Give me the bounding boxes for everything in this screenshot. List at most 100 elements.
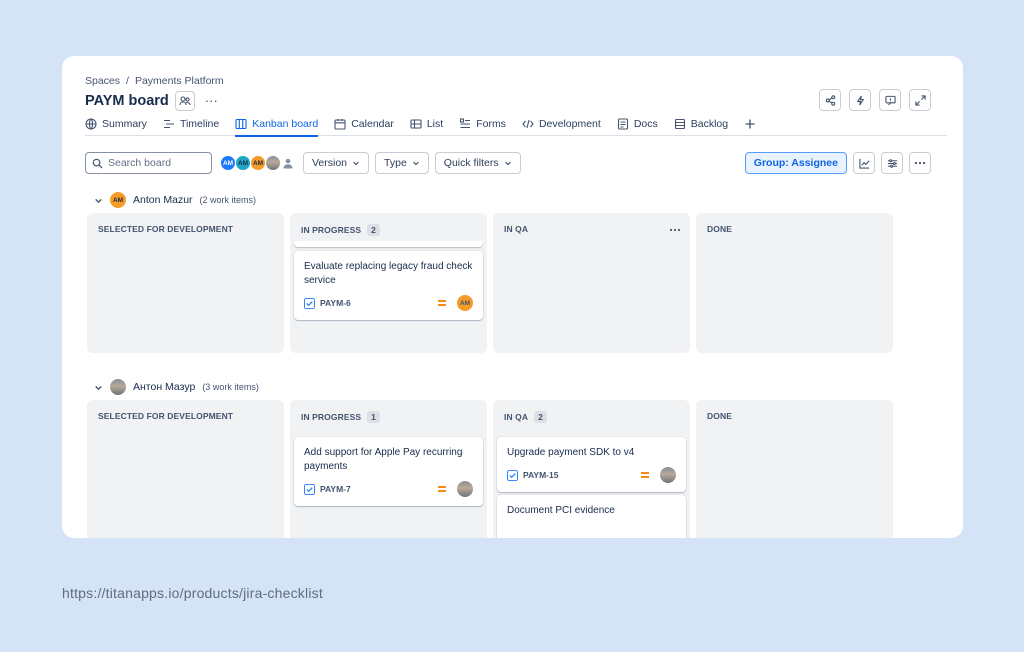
avatar-filter[interactable]: AM <box>220 155 236 171</box>
tab-timeline[interactable]: Timeline <box>163 116 219 136</box>
avatar-filter[interactable]: AM <box>235 155 251 171</box>
insights-icon[interactable] <box>853 152 875 174</box>
footer-url: https://titanapps.io/products/jira-check… <box>62 585 323 601</box>
tab-calendar[interactable]: Calendar <box>334 116 394 136</box>
share-icon[interactable] <box>819 89 841 111</box>
column-in-progress: IN PROGRESS 1 Add support for Apple Pay … <box>290 400 487 538</box>
more-options-icon[interactable] <box>909 152 931 174</box>
breadcrumb: Spaces / Payments Platform <box>85 75 224 87</box>
column-title: DONE <box>707 224 732 234</box>
issue-card[interactable]: Evaluate replacing legacy fraud check se… <box>294 251 483 320</box>
search-input[interactable]: Search board <box>85 152 212 174</box>
team-icon[interactable] <box>174 91 195 111</box>
version-filter-button[interactable]: Version <box>303 152 370 174</box>
top-actions <box>819 89 931 111</box>
column-header: IN PROGRESS 1 <box>301 411 380 423</box>
tab-label: Development <box>538 118 601 130</box>
card-title: Add support for Apple Pay recurring paym… <box>304 447 463 472</box>
issue-key[interactable]: PAYM-15 <box>523 470 558 480</box>
column-header: IN QA <box>504 224 528 234</box>
automation-icon[interactable] <box>849 89 871 111</box>
tab-docs[interactable]: Docs <box>617 116 658 136</box>
swimlane-count: (2 work items) <box>199 195 257 205</box>
priority-medium-icon <box>438 300 446 306</box>
task-checkbox-icon <box>304 297 315 309</box>
column-count: 2 <box>367 224 380 236</box>
tab-forms[interactable]: Forms <box>459 116 506 136</box>
column-more-icon[interactable] <box>669 221 681 235</box>
column-title: DONE <box>707 411 732 421</box>
tab-label: Backlog <box>690 118 729 130</box>
assignee-avatar-photo[interactable] <box>660 467 676 483</box>
fullscreen-icon[interactable] <box>909 89 931 111</box>
card-footer: PAYM-7 <box>304 481 473 497</box>
tab-summary[interactable]: Summary <box>85 116 147 136</box>
tab-label: Docs <box>633 118 658 130</box>
card-footer: PAYM-6 AM <box>304 295 473 311</box>
column-header: IN QA 2 <box>504 411 547 423</box>
tab-development[interactable]: Development <box>522 116 601 136</box>
unassigned-avatar-icon[interactable] <box>280 155 296 171</box>
tab-list[interactable]: List <box>410 116 443 136</box>
avatar: AM <box>110 192 126 208</box>
assignee-avatar-photo[interactable] <box>457 481 473 497</box>
card-title: Document PCI evidence <box>507 505 615 516</box>
chevron-down-icon <box>504 161 511 166</box>
code-icon <box>522 119 534 129</box>
column-count: 1 <box>367 411 380 423</box>
chevron-down-icon <box>95 198 102 203</box>
issue-key[interactable]: PAYM-6 <box>320 298 351 308</box>
column-title: SELECTED FOR DEVELOPMENT <box>98 224 234 234</box>
feedback-icon[interactable] <box>879 89 901 111</box>
card-stub[interactable] <box>294 241 483 247</box>
column-header: DONE <box>707 411 732 421</box>
tab-backlog[interactable]: Backlog <box>674 116 728 136</box>
swimlane-name: Антон Мазур <box>133 381 196 393</box>
avatar-filter[interactable]: AM <box>250 155 266 171</box>
assignee-avatar[interactable]: AM <box>457 295 473 311</box>
issue-card[interactable]: Upgrade payment SDK to v4 PAYM-15 <box>497 437 686 492</box>
priority-medium-icon <box>641 472 649 478</box>
avatar-photo <box>110 379 126 395</box>
column-count: 2 <box>534 411 547 423</box>
column-title: IN QA <box>504 224 529 234</box>
view-settings-icon[interactable] <box>881 152 903 174</box>
column-selected-for-development: SELECTED FOR DEVELOPMENT <box>87 400 284 538</box>
tab-label: List <box>426 118 444 130</box>
swimlane-header[interactable]: Антон Мазур (3 work items) <box>94 379 259 395</box>
issue-card[interactable]: Document PCI evidence <box>497 495 686 538</box>
column-done: DONE <box>696 400 893 538</box>
globe-icon <box>85 118 97 130</box>
column-in-qa: IN QA 2 Upgrade payment SDK to v4 PAYM-1… <box>493 400 690 538</box>
column-done: DONE <box>696 213 893 353</box>
jira-board-window: Spaces / Payments Platform PAYM board ··… <box>62 56 963 538</box>
list-icon <box>410 119 422 129</box>
breadcrumb-project[interactable]: Payments Platform <box>135 75 224 87</box>
column-in-qa: IN QA <box>493 213 690 353</box>
column-title: IN PROGRESS <box>301 225 362 235</box>
group-by-button[interactable]: Group: Assignee <box>744 152 847 174</box>
type-filter-button[interactable]: Type <box>375 152 429 174</box>
tab-label: Calendar <box>351 118 394 130</box>
issue-card[interactable]: Add support for Apple Pay recurring paym… <box>294 437 483 506</box>
swimlane-header[interactable]: AM Anton Mazur (2 work items) <box>94 192 256 208</box>
column-header: SELECTED FOR DEVELOPMENT <box>98 224 233 234</box>
avatar-filter-group: AM AM AM <box>220 155 296 171</box>
card-footer: PAYM-15 <box>507 467 676 483</box>
breadcrumb-spaces[interactable]: Spaces <box>85 75 120 87</box>
issue-key[interactable]: PAYM-7 <box>320 484 351 494</box>
plus-icon <box>745 119 755 129</box>
title-row: PAYM board ··· <box>85 91 222 111</box>
quick-filters-label: Quick filters <box>443 157 499 169</box>
avatar-filter-photo[interactable] <box>265 155 281 171</box>
tab-kanban-board[interactable]: Kanban board <box>235 116 318 137</box>
backlog-icon <box>674 118 685 130</box>
calendar-icon <box>334 119 346 130</box>
tab-label: Summary <box>102 118 147 130</box>
docs-icon <box>617 118 628 130</box>
add-tab-button[interactable] <box>744 116 756 136</box>
tab-label: Timeline <box>179 118 220 130</box>
quick-filters-button[interactable]: Quick filters <box>434 152 521 174</box>
search-placeholder: Search board <box>108 157 172 169</box>
more-actions-button[interactable]: ··· <box>201 94 222 107</box>
